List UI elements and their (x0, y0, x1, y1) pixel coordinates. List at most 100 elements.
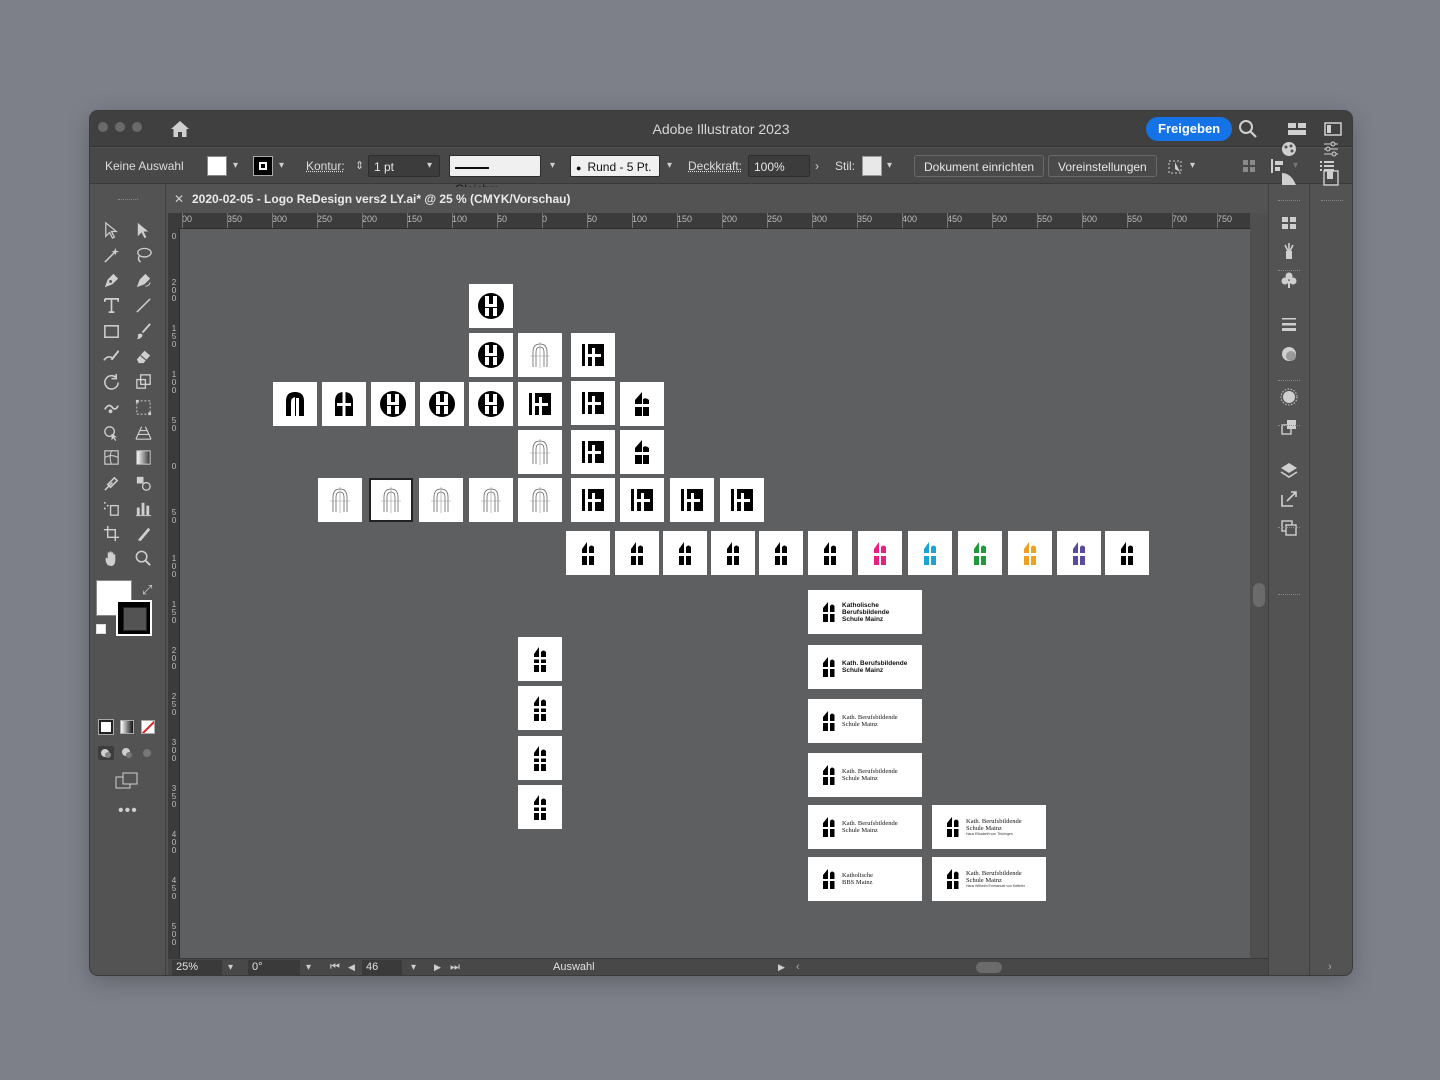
align-icon[interactable] (1241, 158, 1257, 174)
opacity-arrow-icon[interactable]: › (815, 155, 819, 177)
artboard[interactable] (858, 531, 902, 575)
scroll-left-icon[interactable]: ‹ (796, 960, 800, 975)
more-tools-icon[interactable]: ••• (118, 802, 138, 820)
panel-group-grip[interactable] (1278, 380, 1300, 383)
artboard[interactable] (318, 478, 362, 522)
document-info-panel-button[interactable] (1320, 167, 1342, 189)
artboard[interactable] (1105, 531, 1149, 575)
wordmark-artboard[interactable]: Kath. Berufsbildende Schule Mainz (808, 645, 922, 689)
wordmark-artboard[interactable]: Kath. Berufsbildende Schule Mainz (808, 805, 922, 849)
artboard[interactable] (518, 382, 562, 426)
gradient-mode-icon[interactable] (120, 720, 134, 734)
artboard[interactable] (720, 478, 764, 522)
shape-builder-tool-button[interactable] (99, 420, 123, 444)
close-document-icon[interactable]: ✕ (174, 187, 184, 211)
artboard[interactable] (1057, 531, 1101, 575)
mesh-tool-button[interactable] (99, 446, 123, 470)
artboard[interactable] (518, 686, 562, 730)
properties-panel-button[interactable] (1278, 138, 1300, 160)
shaper-tool-button[interactable] (99, 345, 123, 369)
transform-chevron-icon[interactable]: ▾ (1190, 155, 1195, 177)
artboard-number-field[interactable]: 46 (362, 960, 402, 975)
wordmark-artboard[interactable]: Kath. Berufsbildende Schule Mainz (808, 699, 922, 743)
gradient-tool-button[interactable] (131, 446, 155, 470)
previous-artboard-icon[interactable]: ◀ (348, 960, 355, 975)
stroke-swatch[interactable] (253, 156, 273, 176)
artboard[interactable] (620, 382, 664, 426)
pen-tool-button[interactable] (99, 269, 123, 293)
share-button[interactable]: Freigeben (1146, 117, 1233, 141)
artboard[interactable] (518, 637, 562, 681)
artboard[interactable] (808, 531, 852, 575)
wordmark-artboard[interactable]: Kath. Berufsbildende Schule Mainz Haus Eli… (932, 805, 1046, 849)
stroke-color-box[interactable] (116, 600, 152, 636)
perspective-grid-tool-button[interactable] (131, 420, 155, 444)
draw-mode-icons[interactable] (97, 745, 157, 761)
style-chevron-icon[interactable]: ▾ (887, 155, 892, 177)
zoom-field[interactable]: 25% (172, 960, 222, 975)
stroke-profile-chevron-icon[interactable]: ▾ (550, 155, 555, 177)
slice-tool-button[interactable] (131, 522, 155, 546)
swatches-panel-button[interactable] (1278, 211, 1300, 233)
preferences-button[interactable]: Voreinstellungen (1048, 155, 1157, 177)
rotation-chevron-icon[interactable]: ▾ (306, 960, 311, 975)
blend-tool-button[interactable] (131, 471, 155, 495)
transform-icon[interactable] (1166, 158, 1184, 176)
artboard[interactable] (571, 381, 615, 425)
artboard-chevron-icon[interactable]: ▾ (411, 960, 416, 975)
type-tool-button[interactable] (99, 294, 123, 318)
artboard[interactable] (615, 531, 659, 575)
stroke-weight-chevron-icon[interactable]: ▾ (427, 155, 432, 177)
none-mode-icon[interactable] (141, 720, 155, 734)
transparency-panel-button[interactable] (1278, 343, 1300, 365)
document-tab[interactable]: ✕ 2020-02-05 - Logo ReDesign vers2 LY.ai… (168, 187, 1268, 211)
screen-mode-icon[interactable] (115, 772, 139, 790)
artboard[interactable] (759, 531, 803, 575)
brush-chevron-icon[interactable]: ▾ (667, 155, 672, 177)
appearance-panel-button[interactable] (1278, 386, 1300, 408)
rotation-field[interactable]: 0° (248, 960, 300, 975)
panel-toggle-icon[interactable] (1323, 119, 1343, 139)
vertical-scroll-thumb[interactable] (1253, 583, 1265, 607)
artboard[interactable] (566, 531, 610, 575)
artboard[interactable] (670, 478, 714, 522)
ruler-origin[interactable] (168, 213, 180, 229)
layers-panel-button[interactable] (1278, 459, 1300, 481)
panel-group-grip[interactable] (1278, 270, 1300, 273)
artboard[interactable] (518, 478, 562, 522)
stroke-label[interactable]: Kontur: (306, 155, 345, 177)
export-panel-button[interactable] (1278, 488, 1300, 510)
artboard[interactable] (469, 478, 513, 522)
direct-selection-tool-button[interactable] (131, 218, 155, 242)
artboard[interactable] (1008, 531, 1052, 575)
fill-dropdown-chevron-icon[interactable]: ▾ (233, 155, 238, 177)
artboard[interactable] (469, 284, 513, 328)
artboard[interactable] (711, 531, 755, 575)
first-artboard-icon[interactable]: ⏮ (330, 960, 340, 975)
artboard-tool-button[interactable] (99, 522, 123, 546)
stroke-dropdown-chevron-icon[interactable]: ▾ (279, 155, 284, 177)
stroke-stepper-icon[interactable]: ⇕ (355, 155, 364, 177)
rectangle-tool-button[interactable] (99, 319, 123, 343)
opacity-field[interactable]: 100% (748, 155, 810, 177)
panel-group-grip[interactable] (1278, 527, 1300, 530)
last-artboard-icon[interactable]: ⏭ (450, 960, 460, 975)
document-setup-button[interactable]: Dokument einrichten (914, 155, 1045, 177)
paintbrush-tool-button[interactable] (131, 319, 155, 343)
stroke-panel-button[interactable] (1278, 313, 1300, 335)
status-menu-icon[interactable]: ▶ (778, 960, 785, 975)
search-icon[interactable] (1238, 119, 1258, 139)
artboard[interactable] (518, 430, 562, 474)
wordmark-artboard[interactable]: Kath. Berufsbildende Schule Mainz (808, 753, 922, 797)
panel-group-grip[interactable] (1278, 594, 1300, 597)
magic-wand-tool-button[interactable] (99, 243, 123, 267)
default-colors-icon[interactable] (96, 624, 106, 634)
eraser-tool-button[interactable] (131, 345, 155, 369)
brushes-panel-button[interactable] (1278, 240, 1300, 262)
artboard[interactable] (419, 478, 463, 522)
panel-group-grip[interactable] (1278, 200, 1300, 203)
artboard[interactable] (371, 382, 415, 426)
lasso-tool-button[interactable] (131, 243, 155, 267)
column-graph-tool-button[interactable] (131, 496, 155, 520)
selection-tool-button[interactable] (99, 218, 123, 242)
